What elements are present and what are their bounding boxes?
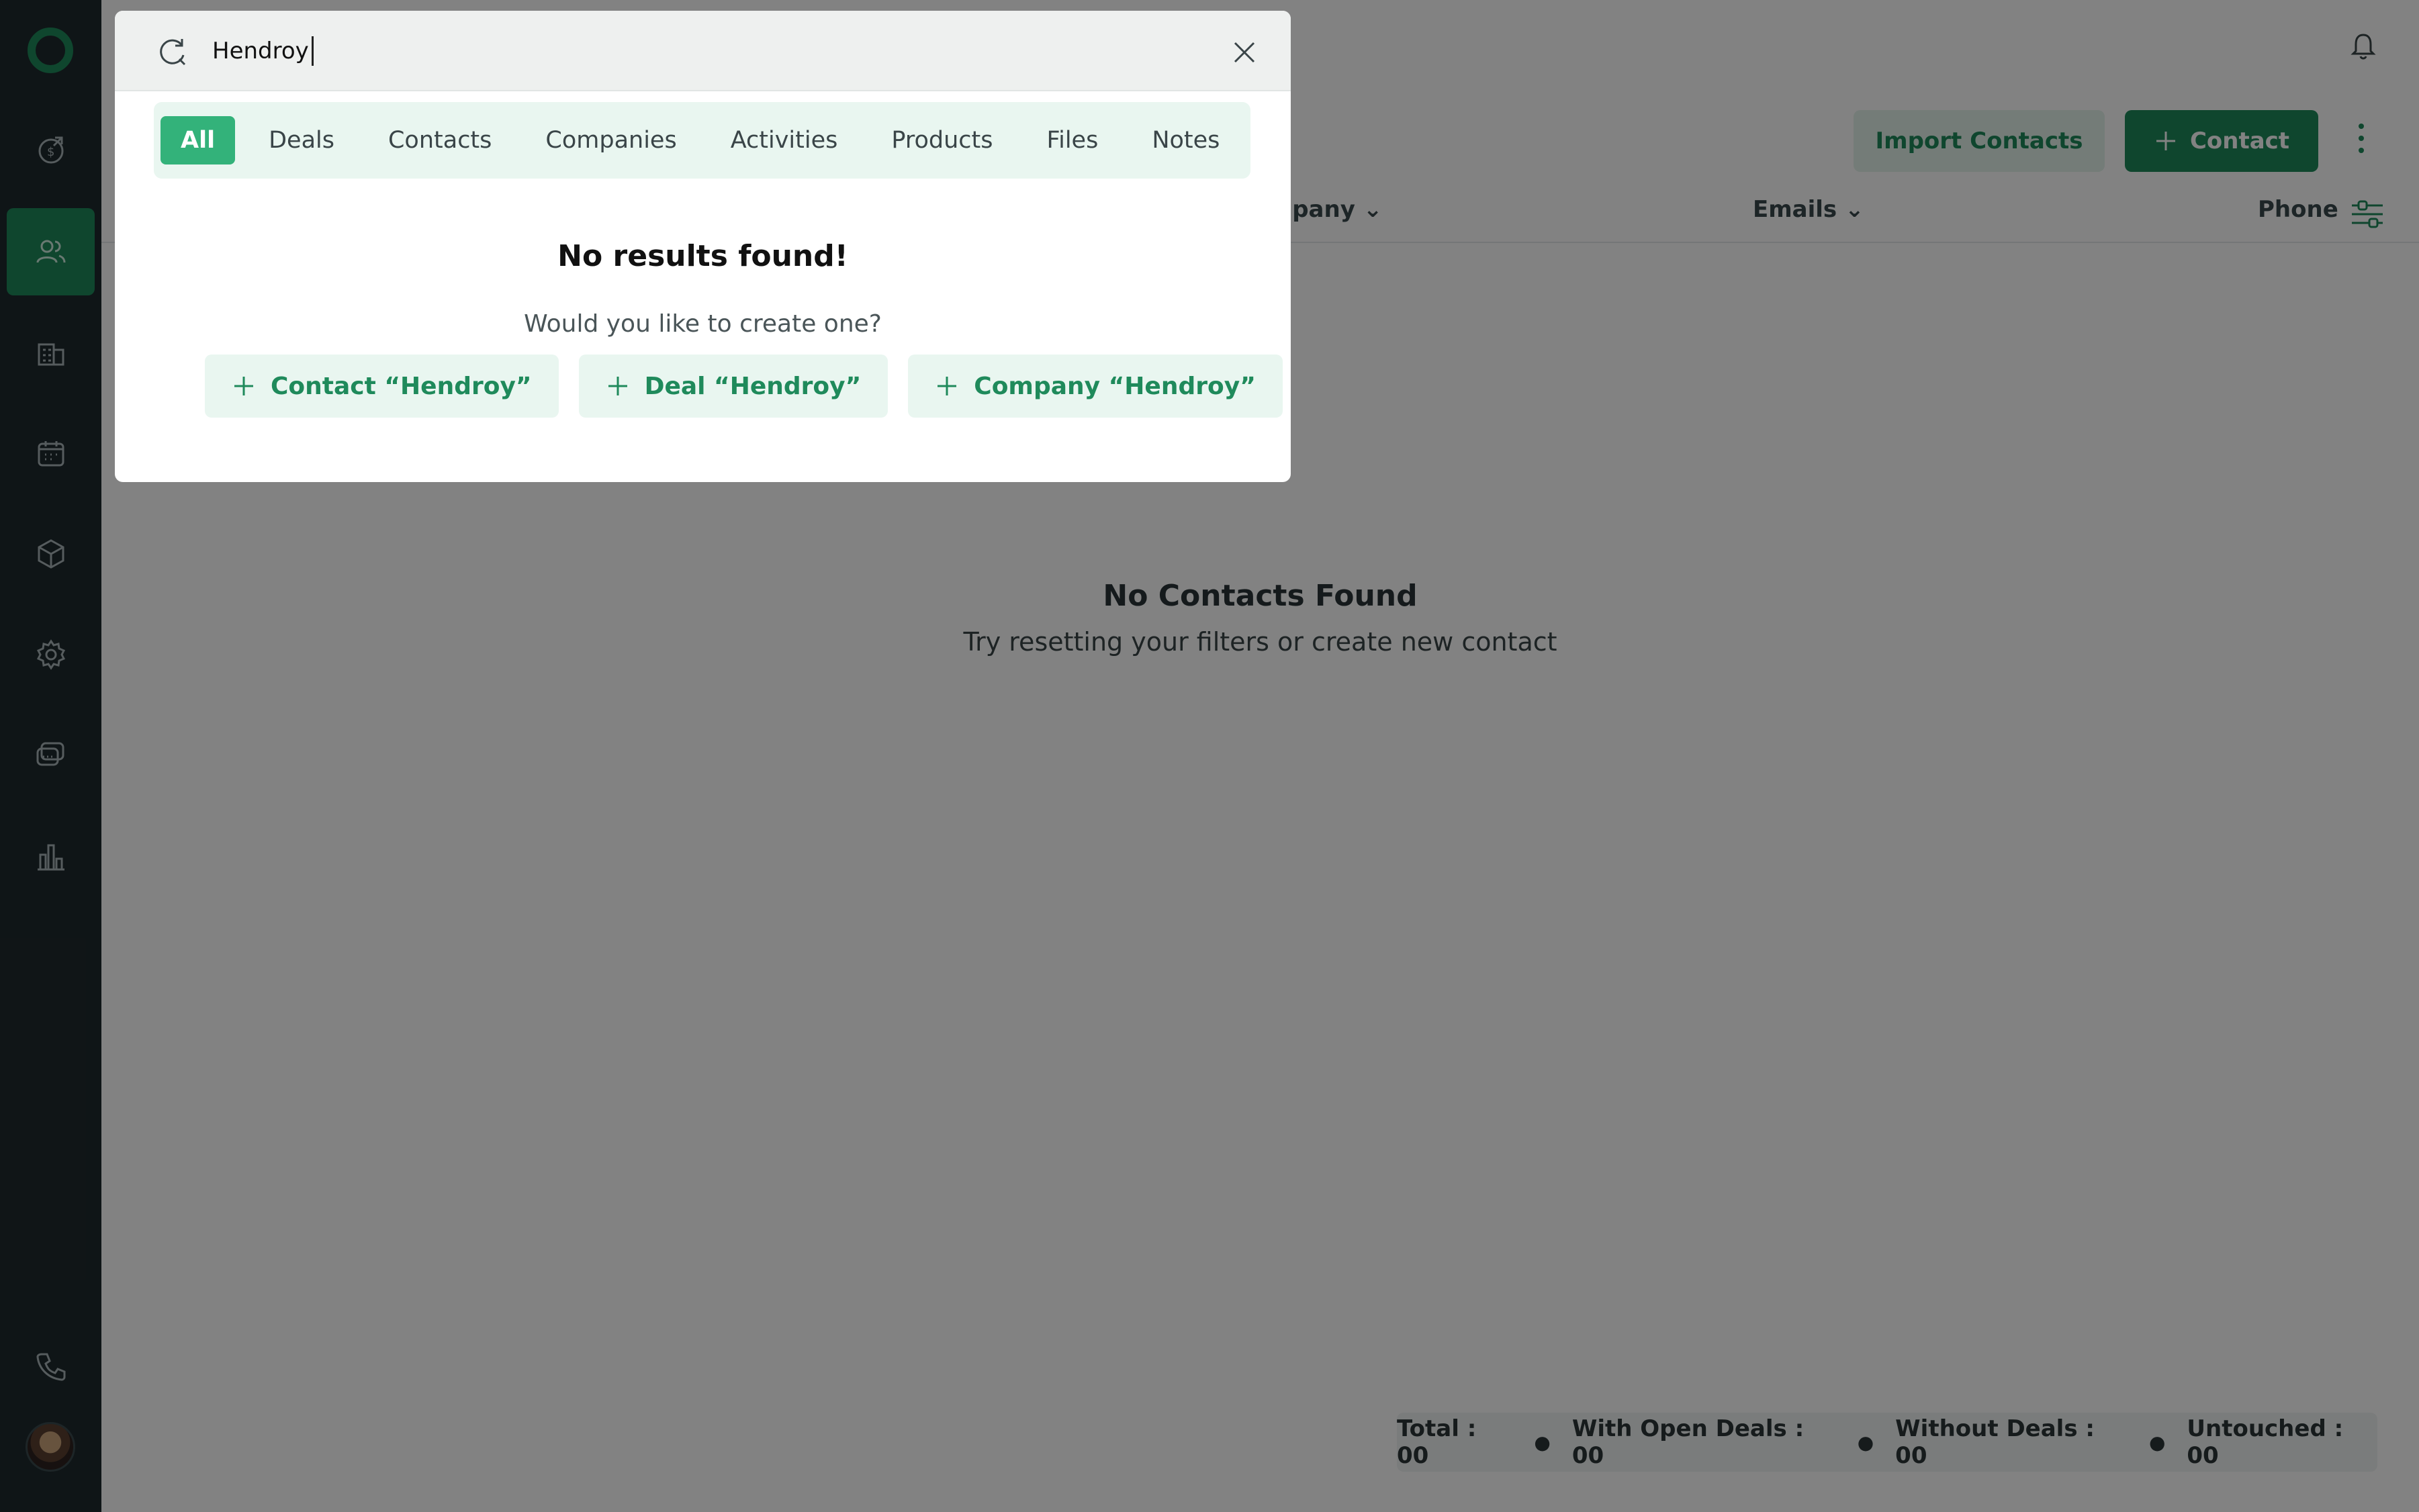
text-caret [312,36,314,66]
create-prompt: Would you like to create one? [524,310,882,338]
plus-icon [608,377,627,395]
tab-deals[interactable]: Deals [248,116,355,164]
search-input[interactable] [212,31,1152,71]
search-header [115,11,1291,91]
create-contact-label: Contact “Hendroy” [271,372,532,400]
create-company-label: Company “Hendroy” [974,372,1256,400]
tab-notes[interactable]: Notes [1132,116,1240,164]
create-company-button[interactable]: Company “Hendroy” [908,355,1283,418]
create-contact-button[interactable]: Contact “Hendroy” [205,355,559,418]
tab-contacts[interactable]: Contacts [368,116,512,164]
create-options: Contact “Hendroy” Deal “Hendroy” Company… [205,355,1283,418]
global-search-modal: All Deals Contacts Companies Activities … [115,11,1291,482]
create-deal-button[interactable]: Deal “Hendroy” [578,355,888,418]
tab-companies[interactable]: Companies [525,116,696,164]
plus-icon [234,377,253,395]
close-icon[interactable] [1232,40,1257,64]
refresh-search-icon[interactable] [155,35,189,68]
tab-all[interactable]: All [161,116,236,164]
tab-files[interactable]: Files [1027,116,1119,164]
create-deal-label: Deal “Hendroy” [644,372,862,400]
no-results-title: No results found! [557,239,848,273]
search-category-tabs: All Deals Contacts Companies Activities … [154,102,1250,179]
tab-products[interactable]: Products [871,116,1013,164]
plus-icon [938,377,957,395]
tab-activities[interactable]: Activities [711,116,858,164]
